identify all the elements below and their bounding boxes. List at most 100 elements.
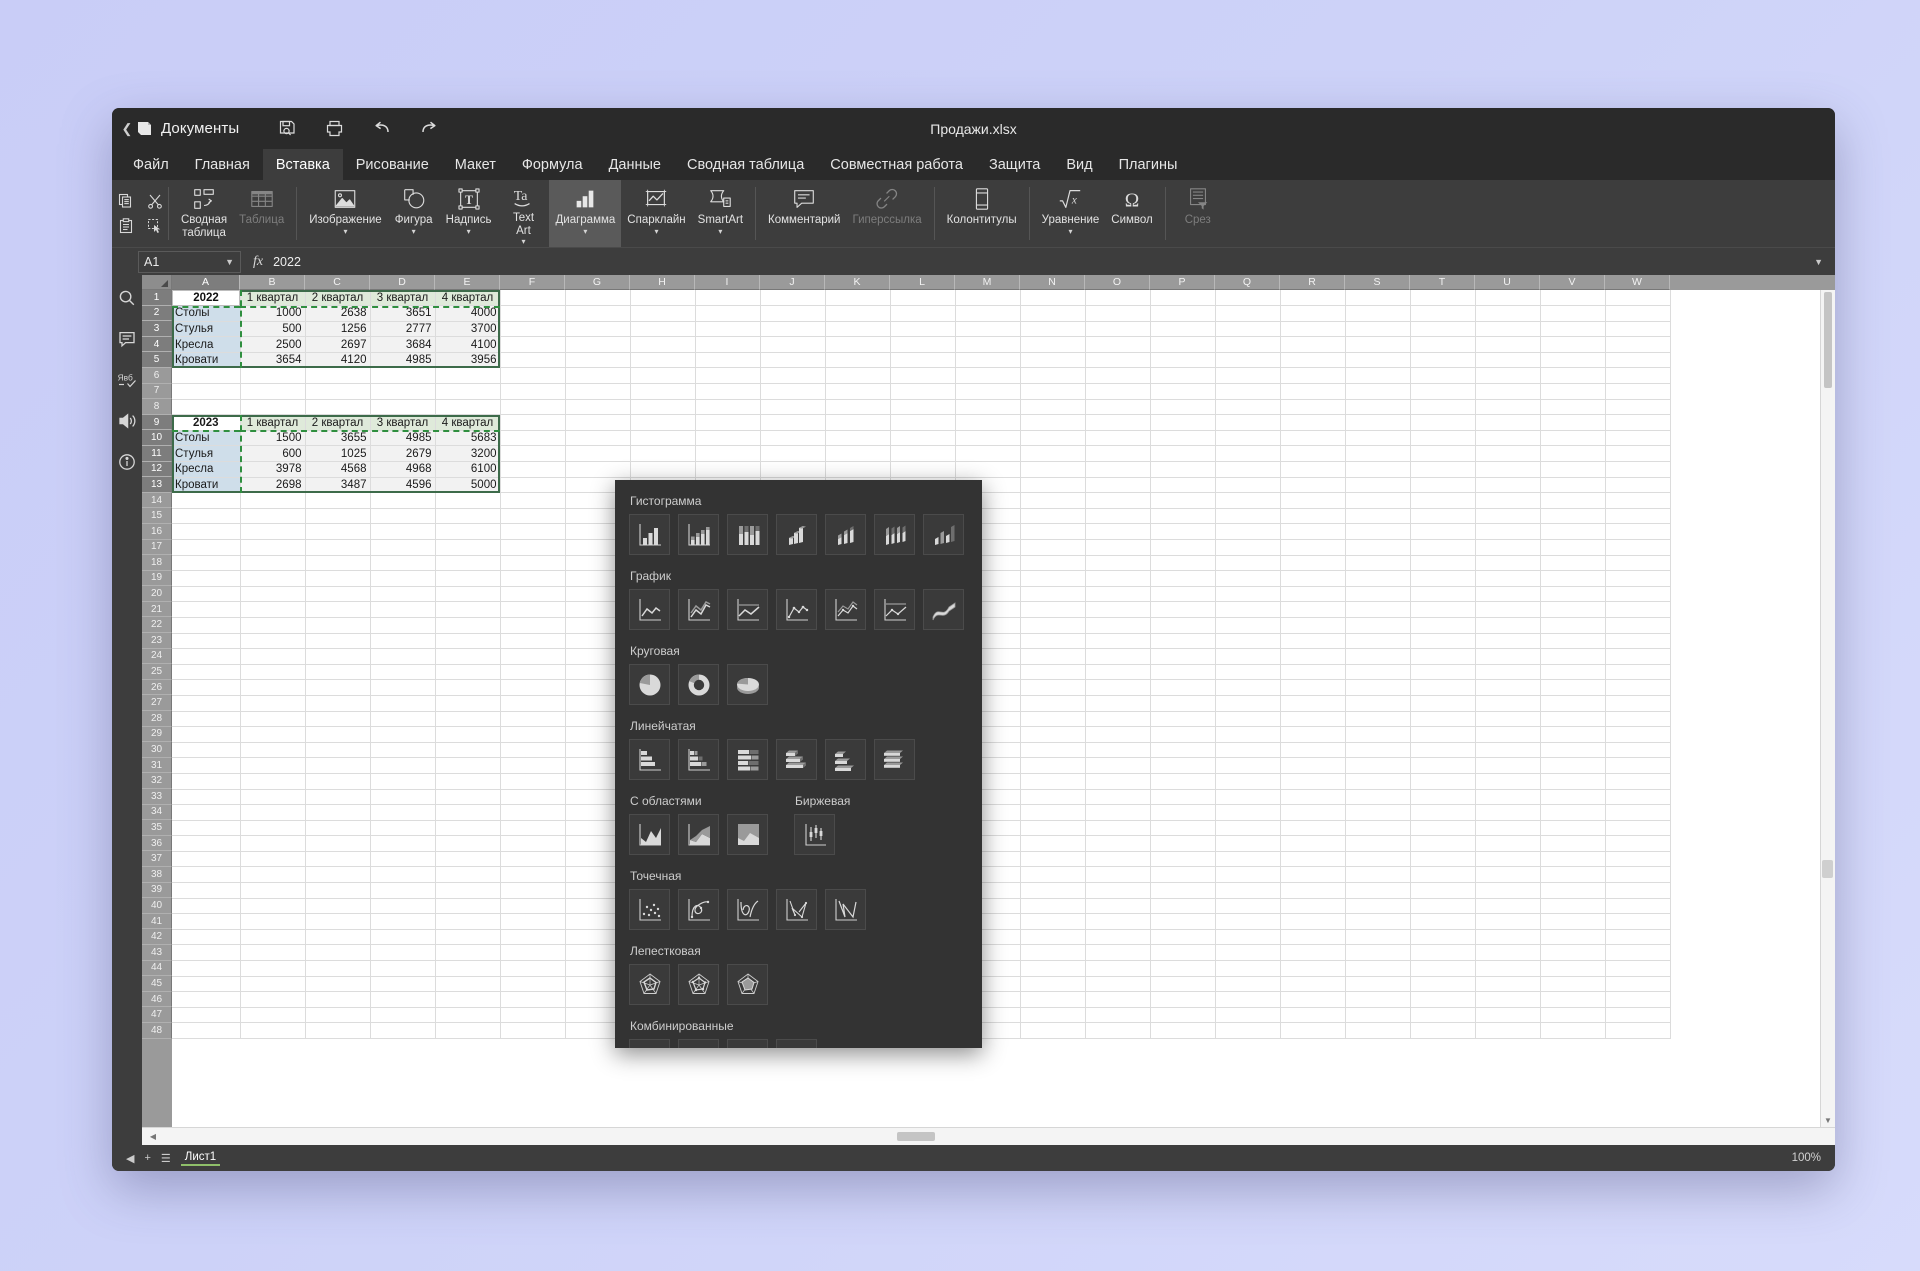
back-chevron-icon[interactable]: ❮ — [120, 121, 134, 137]
cell-N42[interactable] — [1020, 929, 1086, 946]
cell-C16[interactable] — [305, 523, 371, 540]
cell-S15[interactable] — [1345, 508, 1411, 525]
cell-E1[interactable]: 4 квартал — [435, 290, 501, 307]
cell-U26[interactable] — [1475, 679, 1541, 696]
cell-B16[interactable] — [240, 523, 306, 540]
cell-E20[interactable] — [435, 586, 501, 603]
cell-U46[interactable] — [1475, 991, 1541, 1008]
cell-C38[interactable] — [305, 866, 371, 884]
cell-V20[interactable] — [1540, 586, 1606, 603]
cell-E43[interactable] — [435, 944, 501, 962]
cell-T11[interactable] — [1410, 445, 1476, 463]
cell-R3[interactable] — [1280, 321, 1346, 338]
cell-C9[interactable]: 2 квартал — [305, 414, 371, 431]
cell-P1[interactable] — [1150, 290, 1216, 307]
cell-F47[interactable] — [500, 1007, 566, 1024]
cell-F15[interactable] — [500, 508, 566, 525]
column-3d-icon[interactable] — [923, 514, 964, 555]
column-header-W[interactable]: W — [1605, 275, 1670, 290]
cell-P19[interactable] — [1150, 570, 1216, 587]
cell-K12[interactable] — [825, 461, 891, 478]
cell-S31[interactable] — [1345, 757, 1411, 774]
cell-P8[interactable] — [1150, 399, 1216, 416]
cell-B7[interactable] — [240, 383, 306, 400]
cell-Q39[interactable] — [1215, 882, 1281, 899]
cell-E40[interactable] — [435, 898, 501, 915]
print-icon[interactable] — [324, 118, 345, 139]
cell-R36[interactable] — [1280, 835, 1346, 852]
cell-E15[interactable] — [435, 508, 501, 525]
cell-R8[interactable] — [1280, 399, 1346, 416]
cell-W40[interactable] — [1605, 898, 1671, 915]
cell-P23[interactable] — [1150, 633, 1216, 650]
cell-F39[interactable] — [500, 882, 566, 899]
cell-A48[interactable] — [172, 1022, 241, 1039]
column-header-I[interactable]: I — [695, 275, 760, 290]
cell-U28[interactable] — [1475, 711, 1541, 728]
cell-P12[interactable] — [1150, 461, 1216, 478]
cell-A40[interactable] — [172, 898, 241, 915]
cell-T12[interactable] — [1410, 461, 1476, 478]
cell-E21[interactable] — [435, 601, 501, 618]
column-header-O[interactable]: O — [1085, 275, 1150, 290]
cell-B33[interactable] — [240, 789, 306, 806]
cell-N45[interactable] — [1020, 976, 1086, 993]
cell-U18[interactable] — [1475, 555, 1541, 572]
column-header-C[interactable]: C — [305, 275, 370, 290]
cell-R20[interactable] — [1280, 586, 1346, 603]
menu-tab-10[interactable]: Вид — [1053, 149, 1105, 180]
cell-Q14[interactable] — [1215, 492, 1281, 509]
cell-R9[interactable] — [1280, 414, 1346, 431]
chevron-down-icon[interactable]: ▾ — [343, 227, 347, 235]
cell-G2[interactable] — [565, 305, 631, 322]
cell-F13[interactable] — [500, 477, 566, 494]
cell-V16[interactable] — [1540, 523, 1606, 540]
cell-T30[interactable] — [1410, 742, 1476, 759]
cell-A3[interactable]: Стулья — [172, 321, 241, 338]
cell-A11[interactable]: Стулья — [172, 445, 241, 463]
cell-E46[interactable] — [435, 991, 501, 1008]
cell-U40[interactable] — [1475, 898, 1541, 915]
cell-N29[interactable] — [1020, 726, 1086, 743]
cell-N18[interactable] — [1020, 555, 1086, 572]
cell-A15[interactable] — [172, 508, 241, 525]
cell-R18[interactable] — [1280, 555, 1346, 572]
cell-F14[interactable] — [500, 492, 566, 509]
cell-D46[interactable] — [370, 991, 436, 1008]
column-stacked-100-icon[interactable] — [727, 514, 768, 555]
cell-U15[interactable] — [1475, 508, 1541, 525]
cell-V4[interactable] — [1540, 336, 1606, 353]
cell-R30[interactable] — [1280, 742, 1346, 759]
cell-D28[interactable] — [370, 711, 436, 728]
cell-D12[interactable]: 4968 — [370, 461, 436, 478]
cell-G12[interactable] — [565, 461, 631, 478]
column-header-K[interactable]: K — [825, 275, 890, 290]
cell-N31[interactable] — [1020, 757, 1086, 774]
cell-Q44[interactable] — [1215, 960, 1281, 977]
cell-D3[interactable]: 2777 — [370, 321, 436, 338]
cell-M10[interactable] — [955, 430, 1021, 447]
cell-T35[interactable] — [1410, 820, 1476, 837]
ribbon-button-smartart[interactable]: SmartArt ▾ — [692, 180, 749, 247]
menu-tab-5[interactable]: Формула — [509, 149, 596, 180]
cell-P48[interactable] — [1150, 1022, 1216, 1039]
cell-F33[interactable] — [500, 789, 566, 806]
cell-S2[interactable] — [1345, 305, 1411, 322]
cell-S18[interactable] — [1345, 555, 1411, 572]
cell-F19[interactable] — [500, 570, 566, 587]
cell-O26[interactable] — [1085, 679, 1151, 696]
cell-I9[interactable] — [695, 414, 761, 431]
cell-T3[interactable] — [1410, 321, 1476, 338]
cell-U38[interactable] — [1475, 866, 1541, 884]
cell-P10[interactable] — [1150, 430, 1216, 447]
row-header-33[interactable]: 33 — [142, 789, 172, 805]
cell-V33[interactable] — [1540, 789, 1606, 806]
cell-M7[interactable] — [955, 383, 1021, 400]
cell-U20[interactable] — [1475, 586, 1541, 603]
cell-N33[interactable] — [1020, 789, 1086, 806]
cell-T6[interactable] — [1410, 367, 1476, 385]
cell-M6[interactable] — [955, 367, 1021, 385]
cell-E30[interactable] — [435, 742, 501, 759]
cell-K11[interactable] — [825, 445, 891, 463]
cell-B23[interactable] — [240, 633, 306, 650]
